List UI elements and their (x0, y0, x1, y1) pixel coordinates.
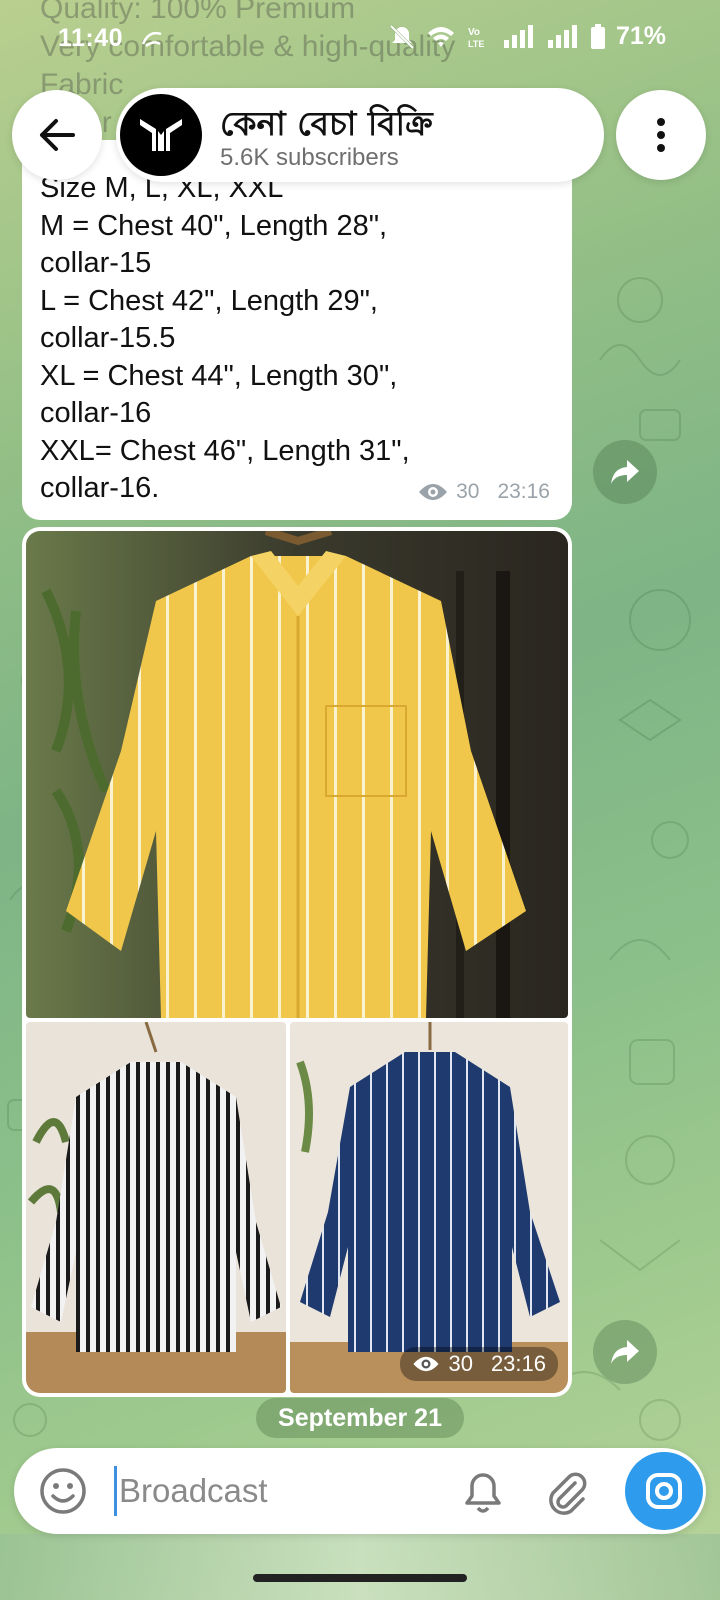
more-options-button[interactable] (616, 90, 706, 180)
status-bar: 11:40 Vo LTE 71% (0, 0, 720, 80)
broadcast-input-bar (14, 1448, 706, 1534)
attach-button[interactable] (542, 1468, 592, 1518)
black-white-shirt-image (26, 1022, 286, 1393)
forward-icon (611, 460, 639, 484)
status-time: 11:40 (58, 24, 124, 52)
message-time: 23:16 (497, 480, 550, 503)
gesture-navigation-bar[interactable] (253, 1574, 467, 1582)
attach-icon (549, 1472, 587, 1515)
message-line: M = Chest 40", Length 28", (40, 209, 388, 242)
emoji-icon (40, 1468, 86, 1514)
more-vertical-icon (657, 118, 665, 152)
camera-button[interactable] (625, 1452, 703, 1530)
battery-percent: 71% (615, 22, 666, 50)
emoji-button[interactable] (38, 1466, 88, 1516)
back-button[interactable] (12, 90, 102, 180)
signal-icon (503, 24, 533, 48)
eye-icon (419, 484, 448, 500)
navigation-area (0, 1534, 720, 1600)
forward-button[interactable] (593, 1320, 657, 1384)
album-meta: 30 23:16 (400, 1347, 558, 1381)
message-line: L = Chest 42", Length 29", (40, 284, 378, 317)
message-line: XL = Chest 44", Length 30", (40, 359, 398, 392)
message-text: Size M, L, XL, XXL M = Chest 40", Length… (40, 170, 410, 508)
view-count: 30 (456, 480, 480, 503)
volte-icon: Vo LTE (468, 27, 484, 49)
date-separator: September 21 (256, 1398, 464, 1438)
message-time: 23:16 (490, 1351, 546, 1376)
navy-shirt-image (290, 1022, 568, 1393)
yellow-shirt-image (26, 531, 568, 1018)
mute-icon (389, 24, 415, 49)
message-line: collar-15 (40, 247, 152, 279)
forward-icon (611, 1340, 639, 1364)
battery-icon (590, 23, 605, 49)
channel-logo (140, 119, 182, 151)
eye-icon (413, 1356, 440, 1372)
message-bubble-album[interactable]: 30 23:16 (22, 527, 572, 1397)
data-saver-icon (141, 31, 162, 48)
forward-button[interactable] (593, 440, 657, 504)
channel-header[interactable]: কেনা বেচা বিক্রি 5.6K subscribers (116, 88, 604, 182)
message-meta: 30 23:16 (418, 480, 550, 504)
message-line: collar-15.5 (40, 322, 176, 354)
notification-toggle-button[interactable] (458, 1468, 508, 1518)
svg-text:LTE: LTE (468, 39, 484, 49)
wifi-icon (427, 26, 454, 47)
back-arrow-icon (40, 119, 75, 151)
broadcast-input[interactable] (114, 1466, 434, 1516)
camera-icon (646, 1473, 682, 1509)
photo-navy-striped-shirt[interactable]: 30 23:16 (290, 1022, 568, 1393)
svg-text:Vo: Vo (468, 27, 480, 38)
message-bubble-text[interactable]: Size M, L, XL, XXL M = Chest 40", Length… (22, 140, 572, 520)
message-line: collar-16. (40, 472, 160, 504)
view-count: 30 (448, 1351, 473, 1376)
subscriber-count: 5.6K subscribers (220, 144, 399, 171)
photo-black-white-striped-shirt[interactable] (26, 1022, 286, 1393)
bell-icon (465, 1473, 501, 1513)
channel-avatar[interactable] (120, 94, 202, 176)
message-line: XXL= Chest 46", Length 31", (40, 434, 410, 467)
signal-icon (547, 24, 577, 48)
photo-yellow-striped-shirt[interactable] (26, 531, 568, 1018)
message-line: collar-16 (40, 397, 152, 429)
